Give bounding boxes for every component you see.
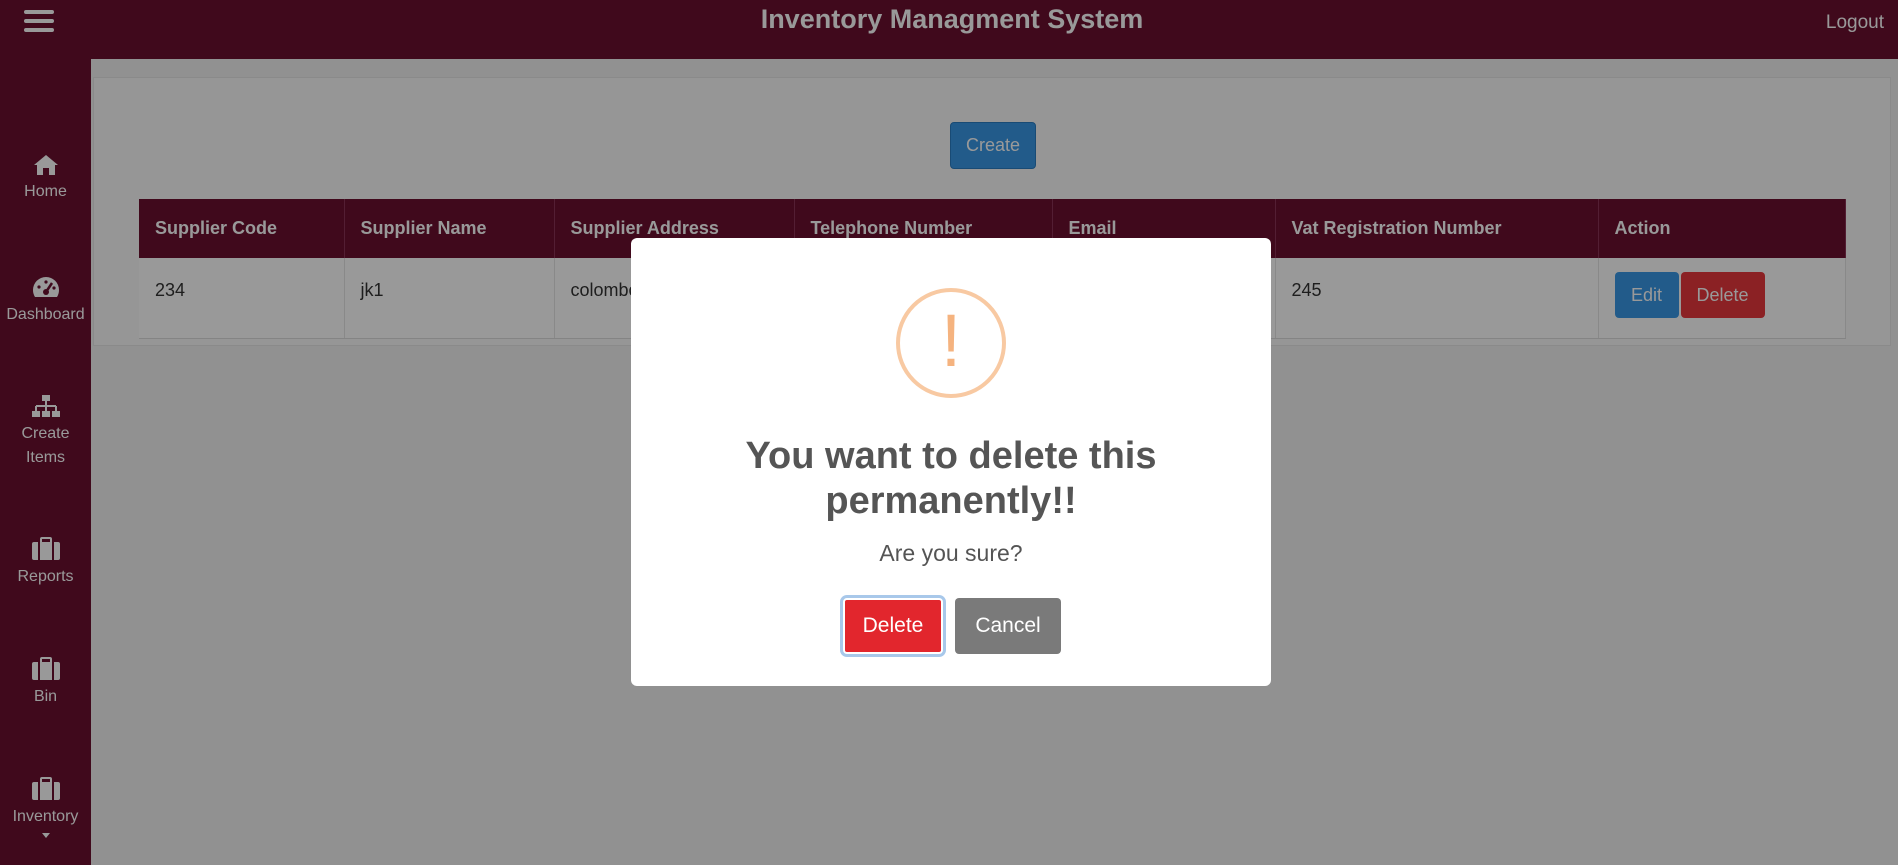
confirm-delete-button[interactable]: Delete (840, 595, 946, 657)
cancel-button[interactable]: Cancel (955, 598, 1061, 654)
dialog-text: Are you sure? (879, 540, 1023, 566)
warning-icon: ! (896, 288, 1006, 398)
confirm-delete-dialog: ! You want to delete this permanently!! … (631, 238, 1271, 686)
dialog-title: You want to delete this permanently!! (745, 435, 1157, 522)
